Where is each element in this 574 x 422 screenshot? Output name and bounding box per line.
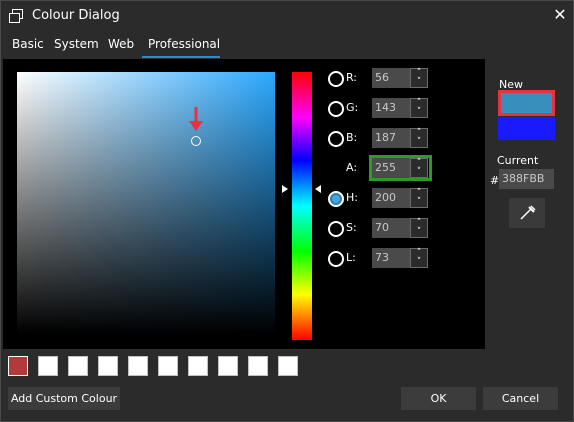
eyedropper-icon xyxy=(520,205,536,220)
hex-input[interactable]: 388FBB xyxy=(499,169,554,189)
custom-swatch-3[interactable] xyxy=(68,356,88,376)
window-title: Colour Dialog xyxy=(32,8,120,23)
add-custom-colour-button[interactable]: Add Custom Colour xyxy=(8,387,120,410)
new-colour-swatch xyxy=(498,90,555,116)
arrow-down-icon xyxy=(189,107,203,131)
tab-system[interactable]: System xyxy=(54,32,99,58)
cancel-button[interactable]: Cancel xyxy=(483,387,558,410)
radio-s[interactable] xyxy=(328,221,344,237)
hue-slider[interactable] xyxy=(292,72,312,340)
channel-label-g: G: xyxy=(346,101,359,114)
current-colour-label: Current xyxy=(497,154,539,167)
colour-dialog-window: Colour Dialog ✕ Basic System Web Profess… xyxy=(0,0,574,422)
custom-swatch-2[interactable] xyxy=(38,356,58,376)
chevron-down-icon[interactable]: ˅ xyxy=(414,198,424,207)
hue-slider-handle-right[interactable] xyxy=(315,185,321,193)
channel-label-l: L: xyxy=(346,251,356,264)
radio-r[interactable] xyxy=(328,71,344,87)
current-colour-swatch xyxy=(498,117,555,140)
window-restore-icon xyxy=(9,9,23,23)
channel-input-s[interactable]: 70 xyxy=(372,218,410,238)
custom-swatch-6[interactable] xyxy=(158,356,178,376)
saturation-lightness-picker[interactable] xyxy=(17,72,275,334)
channel-spinner-r[interactable]: ˄ ˅ xyxy=(410,68,428,88)
channel-label-s: S: xyxy=(346,221,357,234)
chevron-down-icon[interactable]: ˅ xyxy=(414,228,424,237)
custom-swatch-7[interactable] xyxy=(188,356,208,376)
eyedropper-button[interactable] xyxy=(509,198,545,228)
tab-professional[interactable]: Professional xyxy=(142,32,220,58)
hex-hash-label: # xyxy=(490,174,500,187)
channel-spinner-l[interactable]: ˄ ˅ xyxy=(410,248,428,268)
channel-label-r: R: xyxy=(346,71,358,84)
radio-g[interactable] xyxy=(328,101,344,117)
ok-button[interactable]: OK xyxy=(401,387,476,410)
custom-swatch-10[interactable] xyxy=(278,356,298,376)
chevron-down-icon[interactable]: ˅ xyxy=(414,108,424,117)
radio-b[interactable] xyxy=(328,131,344,147)
close-icon[interactable]: ✕ xyxy=(550,5,570,25)
hue-slider-handle-left[interactable] xyxy=(282,185,288,193)
channel-spinner-g[interactable]: ˄ ˅ xyxy=(410,98,428,118)
alpha-highlight xyxy=(369,155,432,181)
chevron-down-icon[interactable]: ˅ xyxy=(414,78,424,87)
title-bar: Colour Dialog ✕ xyxy=(1,1,573,31)
channel-label-h: H: xyxy=(346,191,358,204)
channel-spinner-h[interactable]: ˄ ˅ xyxy=(410,188,428,208)
custom-swatch-9[interactable] xyxy=(248,356,268,376)
channel-spinner-b[interactable]: ˄ ˅ xyxy=(410,128,428,148)
channel-input-r[interactable]: 56 xyxy=(372,68,410,88)
tab-web[interactable]: Web xyxy=(108,32,134,58)
custom-swatch-1[interactable] xyxy=(8,356,28,376)
channel-label-a: A: xyxy=(346,161,358,174)
radio-l[interactable] xyxy=(328,251,344,267)
channel-input-g[interactable]: 143 xyxy=(372,98,410,118)
custom-swatch-4[interactable] xyxy=(98,356,118,376)
tab-basic[interactable]: Basic xyxy=(12,32,44,58)
channel-spinner-s[interactable]: ˄ ˅ xyxy=(410,218,428,238)
custom-swatch-5[interactable] xyxy=(128,356,148,376)
channel-input-b[interactable]: 187 xyxy=(372,128,410,148)
channel-input-h[interactable]: 200 xyxy=(372,188,410,208)
picker-marker[interactable] xyxy=(191,136,201,146)
tab-bar: Basic System Web Professional xyxy=(1,32,485,58)
channel-label-b: B: xyxy=(346,131,358,144)
chevron-down-icon[interactable]: ˅ xyxy=(414,258,424,267)
chevron-down-icon[interactable]: ˅ xyxy=(414,138,424,147)
radio-h[interactable] xyxy=(328,191,344,207)
channel-input-l[interactable]: 73 xyxy=(372,248,410,268)
custom-swatch-8[interactable] xyxy=(218,356,238,376)
